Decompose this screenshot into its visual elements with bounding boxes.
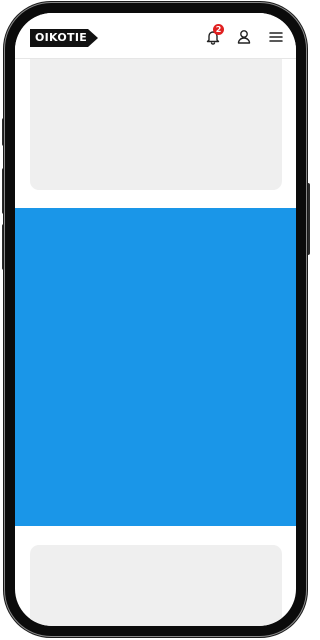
logo-text: OIKOTIE bbox=[35, 31, 88, 44]
site-header: OIKOTIE 2 bbox=[15, 13, 296, 59]
loading-placeholder-card bbox=[30, 545, 282, 626]
device-mockup: OIKOTIE 2 bbox=[0, 0, 312, 640]
power-button bbox=[306, 183, 310, 255]
hamburger-menu-icon bbox=[269, 32, 283, 42]
phone-screen: OIKOTIE 2 bbox=[15, 13, 296, 626]
user-icon bbox=[237, 30, 251, 44]
loading-placeholder-card bbox=[30, 59, 282, 190]
menu-button[interactable] bbox=[266, 27, 286, 47]
notification-badge: 2 bbox=[213, 24, 224, 35]
oikotie-logo[interactable]: OIKOTIE bbox=[30, 29, 98, 47]
notifications-button[interactable]: 2 bbox=[203, 24, 224, 47]
phone-frame: OIKOTIE 2 bbox=[5, 3, 306, 636]
account-button[interactable] bbox=[234, 27, 254, 47]
ad-banner[interactable] bbox=[15, 208, 296, 526]
